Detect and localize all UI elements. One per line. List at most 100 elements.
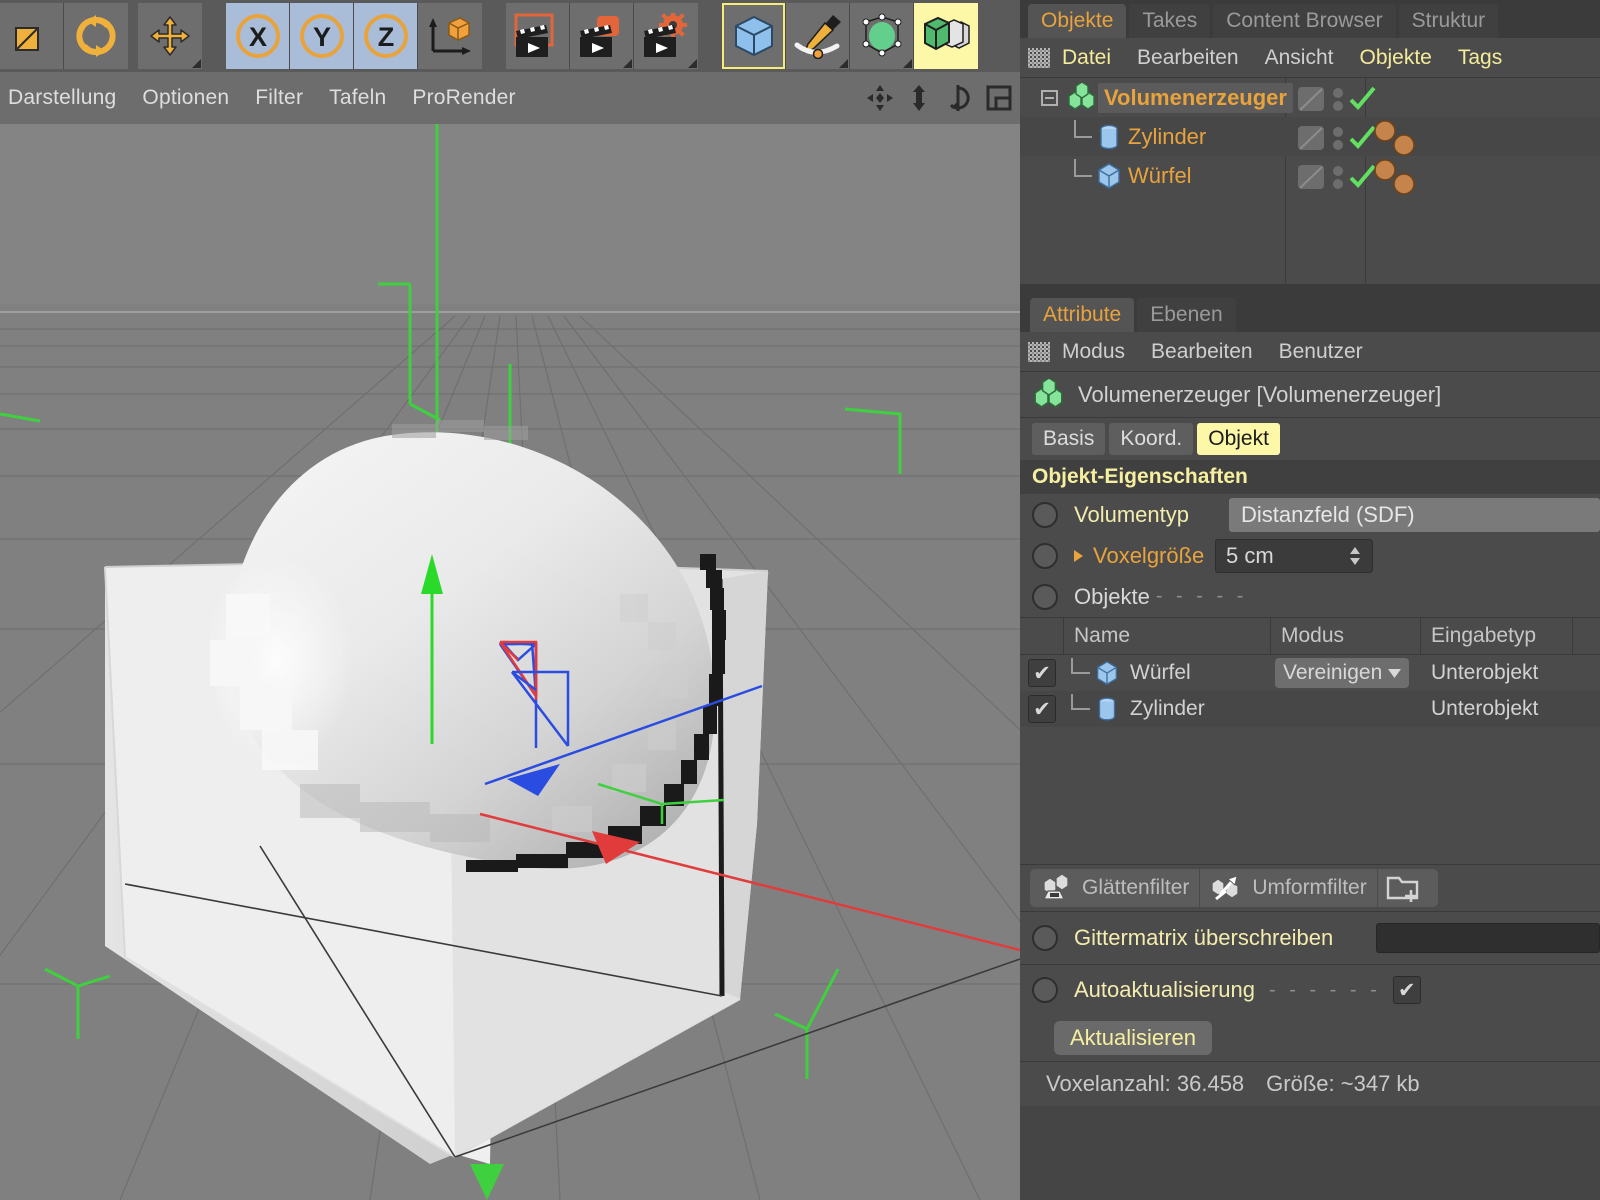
expand-collapse-icon[interactable] <box>1040 88 1060 108</box>
menu-bearbeiten[interactable]: Bearbeiten <box>1137 46 1239 70</box>
rotate-view-icon[interactable] <box>944 84 972 112</box>
menu-datei[interactable]: Datei <box>1062 46 1111 70</box>
world-coordinate-icon[interactable] <box>418 3 482 69</box>
smooth-filter-button[interactable]: Glättenfilter <box>1030 869 1200 907</box>
table-empty-space[interactable] <box>1020 727 1600 864</box>
th-eingabetyp[interactable]: Eingabetyp <box>1421 618 1573 654</box>
animation-dot-voxelgroesse[interactable] <box>1032 543 1058 569</box>
spline-pen-icon[interactable] <box>786 3 850 69</box>
menu-benutzer[interactable]: Benutzer <box>1279 340 1363 364</box>
attributes-tabs: Attribute Ebenen <box>1020 292 1600 332</box>
th-name[interactable]: Name <box>1064 618 1271 654</box>
add-folder-icon <box>1386 873 1422 903</box>
3d-viewport[interactable] <box>0 124 1020 1200</box>
reshape-filter-icon <box>1210 873 1244 903</box>
input-voxelgroesse[interactable]: 5 cm <box>1215 539 1373 573</box>
array-icon[interactable] <box>914 3 978 69</box>
svg-text:X: X <box>248 22 266 52</box>
menu-objekte[interactable]: Objekte <box>1359 46 1431 70</box>
tool-corner-marker <box>623 59 632 68</box>
tab-content-browser[interactable]: Content Browser <box>1213 4 1395 38</box>
attribute-object-header: Volumenerzeuger [Volumenerzeuger] <box>1020 372 1600 418</box>
menu-bearbeiten-attr[interactable]: Bearbeiten <box>1151 340 1253 364</box>
aktualisieren-button[interactable]: Aktualisieren <box>1054 1021 1212 1055</box>
tab-struktur[interactable]: Struktur <box>1399 4 1499 38</box>
viewport-menu-filter[interactable]: Filter <box>255 86 303 110</box>
viewport-menubar: Darstellung Optionen Filter Tafeln ProRe… <box>0 72 1020 124</box>
tags-zylinder[interactable] <box>1372 120 1442 156</box>
viewport-menu-optionen[interactable]: Optionen <box>142 86 229 110</box>
maximize-view-icon[interactable] <box>986 84 1012 112</box>
table-row[interactable]: ✔ Zylinder Unterobjekt <box>1020 691 1600 727</box>
animation-dot-objekte[interactable] <box>1032 584 1058 610</box>
tags-wuerfel[interactable] <box>1372 159 1442 195</box>
tree-label: Würfel <box>1122 161 1198 191</box>
stepper-icon[interactable] <box>1348 545 1362 567</box>
pill-objekt[interactable]: Objekt <box>1197 423 1280 455</box>
render-settings-icon[interactable] <box>634 3 698 69</box>
dropdown-volumentyp[interactable]: Distanzfeld (SDF) <box>1229 498 1600 532</box>
tool-corner-marker <box>903 59 912 68</box>
table-row[interactable]: ✔ Würfel Vereinigen <box>1020 655 1600 691</box>
chevron-down-icon <box>1388 669 1401 678</box>
visibility-dots-volumenerzeuger[interactable] <box>1298 84 1384 114</box>
tree-branch-icon <box>1070 159 1096 193</box>
z-axis-toggle[interactable]: Z <box>354 3 418 69</box>
menu-ansicht[interactable]: Ansicht <box>1265 46 1334 70</box>
label-volumentyp: Volumentyp <box>1074 502 1229 528</box>
tool-corner-marker <box>688 59 697 68</box>
tab-ebenen[interactable]: Ebenen <box>1137 298 1235 332</box>
tab-attribute[interactable]: Attribute <box>1030 298 1134 332</box>
x-axis-toggle[interactable]: X <box>226 3 290 69</box>
add-folder-button[interactable] <box>1378 869 1438 907</box>
cube-icon <box>1094 659 1120 687</box>
expand-triangle-icon[interactable] <box>1074 550 1083 562</box>
pill-koord[interactable]: Koord. <box>1109 423 1193 455</box>
pill-basis[interactable]: Basis <box>1032 423 1105 455</box>
viewport-scene <box>0 124 1020 1200</box>
render-picture-viewer-icon[interactable] <box>570 3 634 69</box>
menu-grip-icon[interactable] <box>1028 342 1050 362</box>
cinema4d-window: X Y Z <box>0 0 1600 1200</box>
viewport-menu-tafeln[interactable]: Tafeln <box>329 86 386 110</box>
toolbar-gap <box>698 3 722 69</box>
menu-tags[interactable]: Tags <box>1458 46 1502 70</box>
tool-corner-marker <box>839 59 848 68</box>
tab-takes[interactable]: Takes <box>1129 4 1210 38</box>
toolbar-gap <box>202 3 226 69</box>
pan-icon[interactable] <box>866 84 894 112</box>
object-tree[interactable]: Volumenerzeuger Zylinder <box>1020 78 1600 284</box>
nurbs-icon[interactable] <box>850 3 914 69</box>
menu-grip-icon[interactable] <box>1028 48 1050 68</box>
status-bar: Voxelanzahl: 36.458 Größe: ~347 kb <box>1020 1062 1600 1106</box>
tab-objekte[interactable]: Objekte <box>1028 4 1126 38</box>
row-mode-dropdown-wuerfel[interactable]: Vereinigen <box>1275 658 1409 688</box>
dolly-icon[interactable] <box>908 84 930 112</box>
render-view-icon[interactable] <box>506 3 570 69</box>
rotate-tool-icon[interactable] <box>64 3 128 69</box>
animation-dot-gittermatrix[interactable] <box>1032 925 1058 951</box>
property-row-volumentyp: Volumentyp Distanzfeld (SDF) <box>1020 494 1600 535</box>
viewport-menu-darstellung[interactable]: Darstellung <box>8 86 116 110</box>
move-tool-icon[interactable] <box>138 3 202 69</box>
animation-dot-volumentyp[interactable] <box>1032 502 1058 528</box>
filter-buttons-bar: Glättenfilter Umformfilter <box>1020 865 1600 911</box>
row-checkbox-wuerfel[interactable]: ✔ <box>1028 659 1056 687</box>
viewport-pane: X Y Z <box>0 0 1020 1200</box>
svg-text:Z: Z <box>377 22 394 52</box>
checkbox-autoaktualisierung[interactable]: ✔ <box>1393 976 1421 1004</box>
object-manager-tabs: Objekte Takes Content Browser Struktur <box>1020 0 1600 38</box>
tree-branch-icon <box>1064 658 1094 688</box>
tree-label: Volumenerzeuger <box>1098 83 1293 113</box>
scale-tool-icon[interactable] <box>0 3 64 69</box>
add-cube-icon[interactable] <box>722 3 786 69</box>
row-checkbox-zylinder[interactable]: ✔ <box>1028 695 1056 723</box>
animation-dot-autoupdate[interactable] <box>1032 977 1058 1003</box>
reshape-filter-button[interactable]: Umformfilter <box>1200 869 1377 907</box>
y-axis-toggle[interactable]: Y <box>290 3 354 69</box>
viewport-menu-prorender[interactable]: ProRender <box>412 86 515 110</box>
menu-modus[interactable]: Modus <box>1062 340 1125 364</box>
input-gittermatrix[interactable] <box>1376 923 1600 953</box>
status-size: Größe: ~347 kb <box>1266 1071 1419 1097</box>
th-modus[interactable]: Modus <box>1271 618 1421 654</box>
